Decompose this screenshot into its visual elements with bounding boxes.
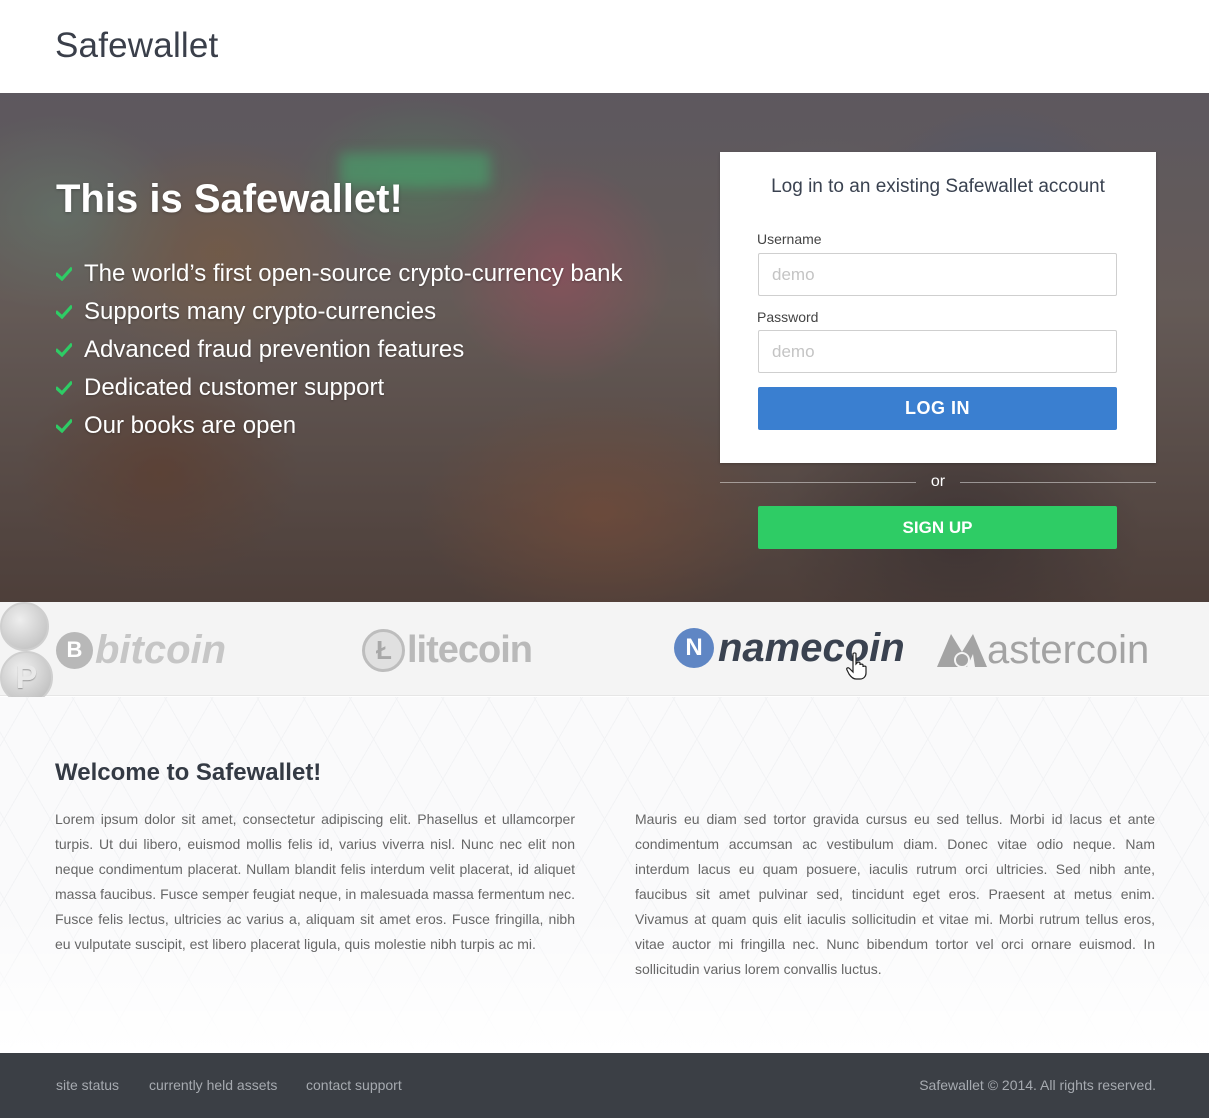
password-input[interactable] [758,330,1117,373]
footer-link-held-assets[interactable]: currently held assets [149,1077,277,1093]
copyright-text: Safewallet © 2014. All rights reserved. [919,1077,1156,1093]
welcome-paragraph-right: Mauris eu diam sed tortor gravida cursus… [635,811,1155,977]
login-card: Log in to an existing Safewallet account… [720,152,1156,463]
feature-item: Our books are open [56,407,622,445]
mastercoin-logo[interactable]: astercoin [937,626,1149,674]
welcome-section: Welcome to Safewallet! Lorem ipsum dolor… [0,697,1209,1053]
mastercoin-icon [937,634,987,668]
signup-button[interactable]: SIGN UP [758,506,1117,549]
dogecoin-icon[interactable] [0,602,49,651]
top-header: Safewallet [0,0,1209,93]
feature-text: Supports many crypto-currencies [84,298,437,325]
password-label: Password [757,309,819,325]
username-input[interactable] [758,253,1117,296]
namecoin-icon: N [674,628,714,668]
footer-link-site-status[interactable]: site status [56,1077,119,1093]
bitcoin-logo[interactable]: B bitcoin [56,626,226,674]
brand-logo[interactable]: Safewallet [55,26,218,66]
feature-list: The world’s first open-source crypto-cur… [56,255,622,445]
namecoin-logo[interactable]: N namecoin [674,624,905,672]
hero-section: This is Safewallet! The world’s first op… [0,93,1209,602]
hand-cursor-icon [846,652,867,680]
login-title: Log in to an existing Safewallet account [771,176,1105,197]
welcome-paragraph-left: Lorem ipsum dolor sit amet, consectetur … [55,811,575,952]
feature-item: Supports many crypto-currencies [56,293,622,331]
footer-link-contact-support[interactable]: contact support [306,1077,402,1093]
divider-line-right [960,482,1156,483]
bitcoin-wordmark: bitcoin [95,627,227,672]
or-divider: or [720,473,1156,493]
mastercoin-wordmark: astercoin [987,627,1150,672]
check-icon [56,419,72,433]
feature-item: Advanced fraud prevention features [56,331,622,369]
hero-title: This is Safewallet! [56,177,403,221]
check-icon [56,267,72,281]
feature-text: Our books are open [84,412,297,439]
litecoin-logo[interactable]: Ł litecoin [362,626,533,674]
username-label: Username [757,231,822,247]
supported-coins-strip: B bitcoin Ł litecoin P N namecoin asterc… [0,602,1209,704]
namecoin-wordmark: namecoin [718,625,905,670]
welcome-title: Welcome to Safewallet! [55,759,322,786]
feature-text: Advanced fraud prevention features [84,336,465,363]
feature-text: Dedicated customer support [84,374,385,401]
litecoin-wordmark: litecoin [407,628,533,671]
feature-text: The world’s first open-source crypto-cur… [84,260,623,287]
feature-item: The world’s first open-source crypto-cur… [56,255,622,293]
page-footer: site status currently held assets contac… [0,1053,1209,1118]
check-icon [56,381,72,395]
litecoin-icon: Ł [362,628,405,672]
bitcoin-icon: B [56,631,93,669]
check-icon [56,305,72,319]
check-icon [56,343,72,357]
login-button[interactable]: LOG IN [758,387,1117,430]
feature-item: Dedicated customer support [56,369,622,407]
